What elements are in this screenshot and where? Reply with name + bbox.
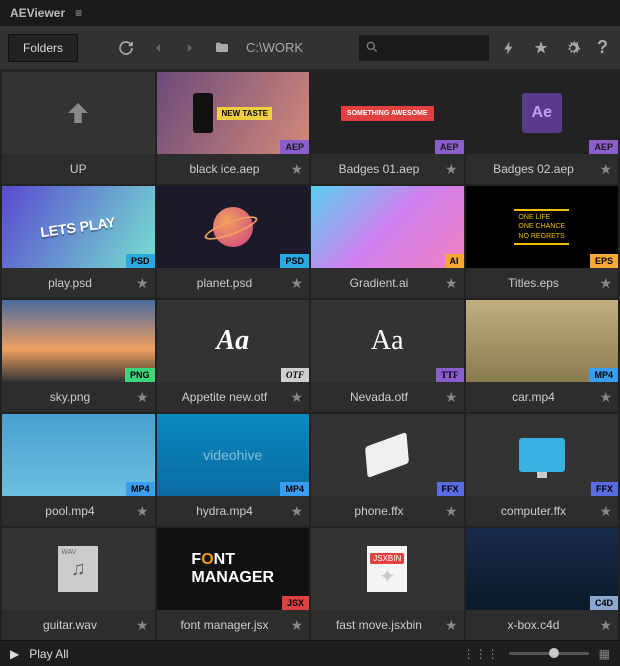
file-item[interactable]: ONE LIFEONE CHANCENO REGRETSEPS Titles.e… <box>466 186 619 298</box>
bolt-icon[interactable] <box>497 36 521 60</box>
star-toggle[interactable]: ★ <box>599 389 612 406</box>
star-toggle[interactable]: ★ <box>445 275 458 292</box>
file-item[interactable]: AaTTF Nevada.otf★ <box>311 300 464 412</box>
file-item[interactable]: PNG sky.png★ <box>2 300 155 412</box>
zoom-slider[interactable] <box>509 652 589 655</box>
back-icon[interactable] <box>146 36 170 60</box>
file-item[interactable]: PSD planet.psd★ <box>157 186 310 298</box>
search-icon <box>365 40 379 57</box>
folder-icon[interactable] <box>210 36 234 60</box>
path-label: C:\WORK <box>246 40 303 55</box>
file-grid: UP NEW TASTEAEP black ice.aep★ SOMETHING… <box>0 70 620 640</box>
view-large-icon[interactable]: ▦ <box>599 647 610 661</box>
file-item[interactable]: JSXBIN✦ fast move.jsxbin★ <box>311 528 464 640</box>
menu-icon[interactable]: ≡ <box>75 6 82 20</box>
file-item[interactable]: SOMETHING AWESOMEAEP Badges 01.aep★ <box>311 72 464 184</box>
star-toggle[interactable]: ★ <box>290 161 303 178</box>
file-item[interactable]: AeAEP Badges 02.aep★ <box>466 72 619 184</box>
star-toggle[interactable]: ★ <box>136 503 149 520</box>
star-toggle[interactable]: ★ <box>136 389 149 406</box>
star-icon[interactable] <box>529 36 553 60</box>
play-all-label[interactable]: Play All <box>29 647 68 661</box>
star-toggle[interactable]: ★ <box>599 503 612 520</box>
up-cell[interactable]: UP <box>2 72 155 184</box>
file-item[interactable]: AaOTF Appetite new.otf★ <box>157 300 310 412</box>
view-small-icon[interactable]: ⋮⋮⋮ <box>463 647 499 661</box>
star-toggle[interactable]: ★ <box>445 617 458 634</box>
file-item[interactable]: FFX computer.ffx★ <box>466 414 619 526</box>
star-toggle[interactable]: ★ <box>136 275 149 292</box>
file-item[interactable]: NEW TASTEAEP black ice.aep★ <box>157 72 310 184</box>
star-toggle[interactable]: ★ <box>290 617 303 634</box>
titlebar: AEViewer ≡ <box>0 0 620 26</box>
footer: ▶ Play All ⋮⋮⋮ ▦ <box>0 640 620 666</box>
star-toggle[interactable]: ★ <box>445 389 458 406</box>
app-name: AEViewer <box>10 6 65 20</box>
file-item[interactable]: FFX phone.ffx★ <box>311 414 464 526</box>
file-item[interactable]: ♫WAV guitar.wav★ <box>2 528 155 640</box>
file-item[interactable]: MP4 pool.mp4★ <box>2 414 155 526</box>
search-wrap <box>359 35 489 61</box>
star-toggle[interactable]: ★ <box>136 617 149 634</box>
gear-icon[interactable] <box>561 36 585 60</box>
toolbar: Folders C:\WORK ? <box>0 26 620 70</box>
up-label: UP <box>8 162 149 176</box>
file-item[interactable]: AI Gradient.ai★ <box>311 186 464 298</box>
file-item[interactable]: LETS PLAYPSD play.psd★ <box>2 186 155 298</box>
star-toggle[interactable]: ★ <box>445 161 458 178</box>
play-icon[interactable]: ▶ <box>10 647 19 661</box>
file-item[interactable]: MP4 car.mp4★ <box>466 300 619 412</box>
file-item[interactable]: videohiveMP4 hydra.mp4★ <box>157 414 310 526</box>
star-toggle[interactable]: ★ <box>599 617 612 634</box>
star-toggle[interactable]: ★ <box>290 389 303 406</box>
star-toggle[interactable]: ★ <box>445 503 458 520</box>
folders-button[interactable]: Folders <box>8 34 78 62</box>
star-toggle[interactable]: ★ <box>290 503 303 520</box>
star-toggle[interactable]: ★ <box>599 275 612 292</box>
file-item[interactable]: C4D x-box.c4d★ <box>466 528 619 640</box>
refresh-icon[interactable] <box>114 36 138 60</box>
forward-icon[interactable] <box>178 36 202 60</box>
star-toggle[interactable]: ★ <box>599 161 612 178</box>
star-toggle[interactable]: ★ <box>290 275 303 292</box>
file-item[interactable]: FONTMANAGERJSX font manager.jsx★ <box>157 528 310 640</box>
help-icon[interactable]: ? <box>593 33 612 62</box>
